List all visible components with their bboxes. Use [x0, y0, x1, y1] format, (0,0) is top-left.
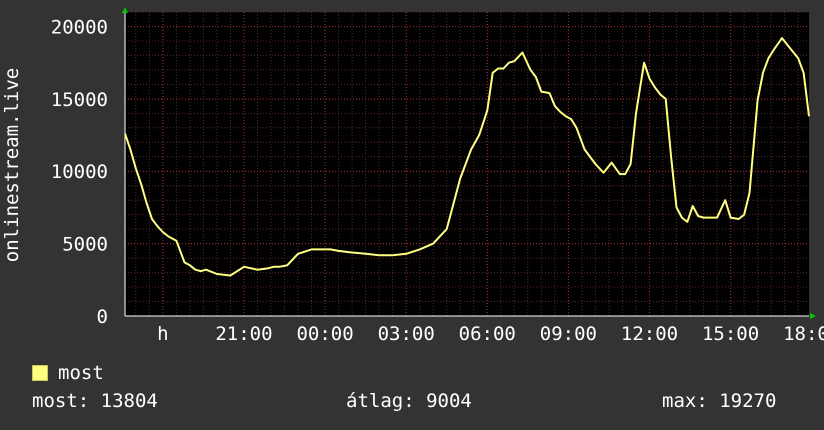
legend: most [32, 362, 104, 384]
y-axis-label: onlinestream.live [1, 68, 23, 262]
y-tick-label: 5000 [62, 234, 108, 256]
y-tick-label: 20000 [51, 16, 108, 38]
stat-max: max: 19270 [662, 390, 777, 412]
x-tick-label: 12:00 [621, 323, 678, 345]
x-tick-label: 15:00 [702, 323, 759, 345]
x-tick-label: 09:00 [540, 323, 597, 345]
x-tick-labels: h 21:00 00:00 03:00 06:00 09:00 12:00 15:00 18:0… [157, 323, 824, 345]
y-tick-label: 0 [97, 306, 108, 328]
stat-average: átlag: 9004 [346, 390, 472, 412]
x-tick-label: 21:00 [215, 323, 272, 345]
x-tick-label: 18:00 [783, 323, 824, 345]
legend-swatch [32, 365, 48, 381]
x-tick-label: 03:00 [378, 323, 435, 345]
x-axis-arrow-icon [810, 313, 816, 319]
y-tick-label: 15000 [51, 89, 108, 111]
y-tick-labels: 0 5000 10000 15000 20000 [51, 16, 108, 328]
x-tick-label: h [157, 323, 168, 345]
y-axis-arrow-icon [122, 7, 128, 13]
legend-label: most [58, 362, 104, 384]
y-tick-label: 10000 [51, 161, 108, 183]
chart: 0 5000 10000 15000 20000 h 21:00 00:00 03:00 06:… [1, 7, 824, 345]
stat-last: most: 13804 [32, 390, 158, 412]
plot-background [125, 12, 809, 316]
x-tick-label: 06:00 [459, 323, 516, 345]
x-tick-label: 00:00 [296, 323, 353, 345]
